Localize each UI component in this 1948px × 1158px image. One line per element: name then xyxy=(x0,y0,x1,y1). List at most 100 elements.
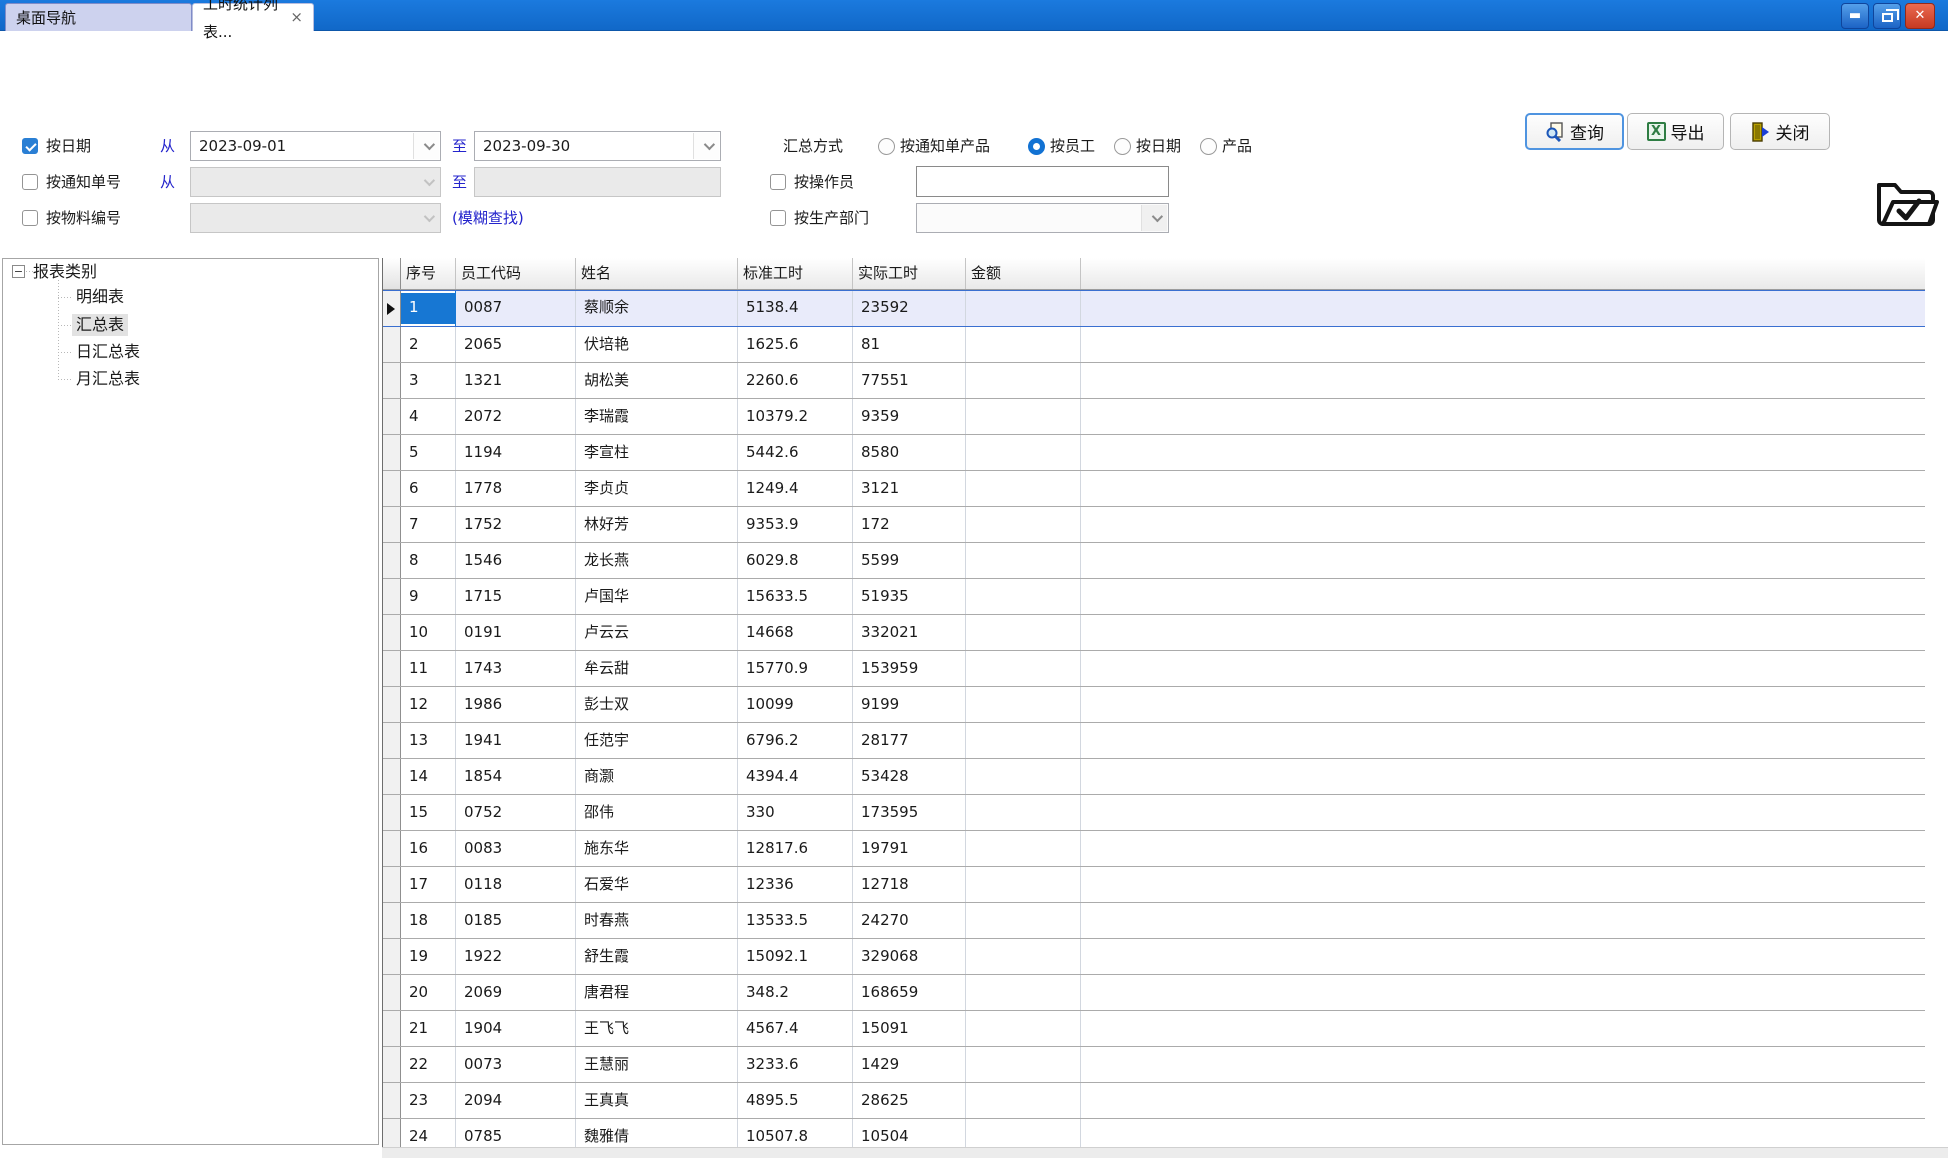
table-row[interactable]: 191922舒生霞15092.1329068 xyxy=(383,939,1925,975)
column-header[interactable]: 实际工时 xyxy=(853,258,966,289)
table-cell[interactable]: 3 xyxy=(401,363,456,398)
table-cell[interactable]: 5442.6 xyxy=(738,435,853,470)
table-cell[interactable]: 石爱华 xyxy=(576,867,738,902)
table-cell[interactable] xyxy=(966,867,1081,902)
table-cell[interactable]: 1778 xyxy=(456,471,576,506)
table-cell[interactable]: 1986 xyxy=(456,687,576,722)
table-cell[interactable]: 153959 xyxy=(853,651,966,686)
export-button[interactable]: X 导出 xyxy=(1627,113,1724,150)
window-close-button[interactable]: ✕ xyxy=(1905,3,1935,29)
table-cell[interactable]: 邵伟 xyxy=(576,795,738,830)
table-row[interactable]: 202069唐君程348.2168659 xyxy=(383,975,1925,1011)
horizontal-scrollbar[interactable] xyxy=(382,1147,1948,1158)
table-cell[interactable]: 172 xyxy=(853,507,966,542)
table-cell[interactable]: 胡松美 xyxy=(576,363,738,398)
table-cell[interactable]: 王真真 xyxy=(576,1083,738,1118)
table-cell[interactable]: 18 xyxy=(401,903,456,938)
tree-item-monthly-summary[interactable]: 月汇总表 xyxy=(72,368,144,390)
table-cell[interactable]: 王飞飞 xyxy=(576,1011,738,1046)
table-cell[interactable] xyxy=(966,939,1081,974)
table-cell[interactable]: 0752 xyxy=(456,795,576,830)
table-cell[interactable]: 2260.6 xyxy=(738,363,853,398)
table-cell[interactable]: 81 xyxy=(853,327,966,362)
table-cell[interactable]: 0087 xyxy=(456,291,576,326)
table-row[interactable]: 121986彭士双100999199 xyxy=(383,687,1925,723)
table-cell[interactable]: 1715 xyxy=(456,579,576,614)
table-cell[interactable]: 330 xyxy=(738,795,853,830)
table-cell[interactable]: 12718 xyxy=(853,867,966,902)
table-cell[interactable]: 10099 xyxy=(738,687,853,722)
table-cell[interactable]: 0073 xyxy=(456,1047,576,1082)
table-cell[interactable]: 1854 xyxy=(456,759,576,794)
table-cell[interactable]: 51935 xyxy=(853,579,966,614)
table-cell[interactable]: 23592 xyxy=(853,291,966,326)
radio-product[interactable] xyxy=(1200,138,1217,155)
table-row[interactable]: 141854商灏4394.453428 xyxy=(383,759,1925,795)
table-row[interactable]: 111743牟云甜15770.9153959 xyxy=(383,651,1925,687)
window-restore-button[interactable] xyxy=(1873,3,1901,29)
table-cell[interactable]: 唐君程 xyxy=(576,975,738,1010)
table-cell[interactable]: 16 xyxy=(401,831,456,866)
by-material-checkbox[interactable] xyxy=(22,210,38,226)
by-notice-checkbox[interactable] xyxy=(22,174,38,190)
tree-collapse-toggle[interactable]: − xyxy=(12,265,25,278)
table-row[interactable]: 220073王慧丽3233.61429 xyxy=(383,1047,1925,1083)
table-cell[interactable]: 12336 xyxy=(738,867,853,902)
table-cell[interactable] xyxy=(966,399,1081,434)
table-row[interactable]: 42072李瑞霞10379.29359 xyxy=(383,399,1925,435)
table-cell[interactable]: 10504 xyxy=(853,1119,966,1147)
tree-item-daily-summary[interactable]: 日汇总表 xyxy=(72,341,144,363)
table-cell[interactable] xyxy=(966,291,1081,326)
table-cell[interactable]: 李贞贞 xyxy=(576,471,738,506)
table-cell[interactable] xyxy=(966,471,1081,506)
table-cell[interactable] xyxy=(966,1083,1081,1118)
table-cell[interactable]: 4895.5 xyxy=(738,1083,853,1118)
column-header[interactable]: 金额 xyxy=(966,258,1081,289)
table-cell[interactable]: 任范宇 xyxy=(576,723,738,758)
table-cell[interactable]: 4567.4 xyxy=(738,1011,853,1046)
table-cell[interactable] xyxy=(966,975,1081,1010)
table-cell[interactable]: 魏雅倩 xyxy=(576,1119,738,1147)
table-cell[interactable]: 1546 xyxy=(456,543,576,578)
table-cell[interactable]: 1 xyxy=(401,291,456,326)
table-cell[interactable] xyxy=(966,615,1081,650)
table-row[interactable]: 91715卢国华15633.551935 xyxy=(383,579,1925,615)
table-cell[interactable]: 7 xyxy=(401,507,456,542)
table-cell[interactable] xyxy=(966,1047,1081,1082)
table-row[interactable]: 10087蔡顺余5138.423592 xyxy=(383,290,1925,327)
table-row[interactable]: 232094王真真4895.528625 xyxy=(383,1083,1925,1119)
table-cell[interactable]: 3233.6 xyxy=(738,1047,853,1082)
table-cell[interactable]: 13 xyxy=(401,723,456,758)
table-cell[interactable]: 1321 xyxy=(456,363,576,398)
table-cell[interactable] xyxy=(966,903,1081,938)
table-row[interactable]: 100191卢云云14668332021 xyxy=(383,615,1925,651)
table-row[interactable]: 170118石爱华1233612718 xyxy=(383,867,1925,903)
table-cell[interactable]: 1743 xyxy=(456,651,576,686)
table-row[interactable]: 51194李宣柱5442.68580 xyxy=(383,435,1925,471)
table-row[interactable]: 240785魏雅倩10507.810504 xyxy=(383,1119,1925,1147)
table-cell[interactable]: 王慧丽 xyxy=(576,1047,738,1082)
table-cell[interactable]: 15633.5 xyxy=(738,579,853,614)
table-cell[interactable]: 12817.6 xyxy=(738,831,853,866)
table-cell[interactable]: 10379.2 xyxy=(738,399,853,434)
table-cell[interactable]: 6796.2 xyxy=(738,723,853,758)
table-cell[interactable]: 8580 xyxy=(853,435,966,470)
table-cell[interactable]: 牟云甜 xyxy=(576,651,738,686)
table-cell[interactable] xyxy=(966,795,1081,830)
table-cell[interactable] xyxy=(966,687,1081,722)
table-cell[interactable]: 0083 xyxy=(456,831,576,866)
table-cell[interactable]: 19791 xyxy=(853,831,966,866)
table-cell[interactable] xyxy=(966,1119,1081,1147)
table-cell[interactable] xyxy=(966,543,1081,578)
department-combo[interactable] xyxy=(916,203,1169,233)
tab-worktime-list[interactable]: 工时统计列表... × xyxy=(192,3,314,31)
table-cell[interactable] xyxy=(966,723,1081,758)
table-cell[interactable]: 19 xyxy=(401,939,456,974)
by-date-checkbox[interactable] xyxy=(22,138,38,154)
table-cell[interactable]: 9353.9 xyxy=(738,507,853,542)
table-row[interactable]: 81546龙长燕6029.85599 xyxy=(383,543,1925,579)
table-cell[interactable]: 林好芳 xyxy=(576,507,738,542)
table-cell[interactable]: 173595 xyxy=(853,795,966,830)
table-cell[interactable]: 2065 xyxy=(456,327,576,362)
table-cell[interactable]: 15 xyxy=(401,795,456,830)
